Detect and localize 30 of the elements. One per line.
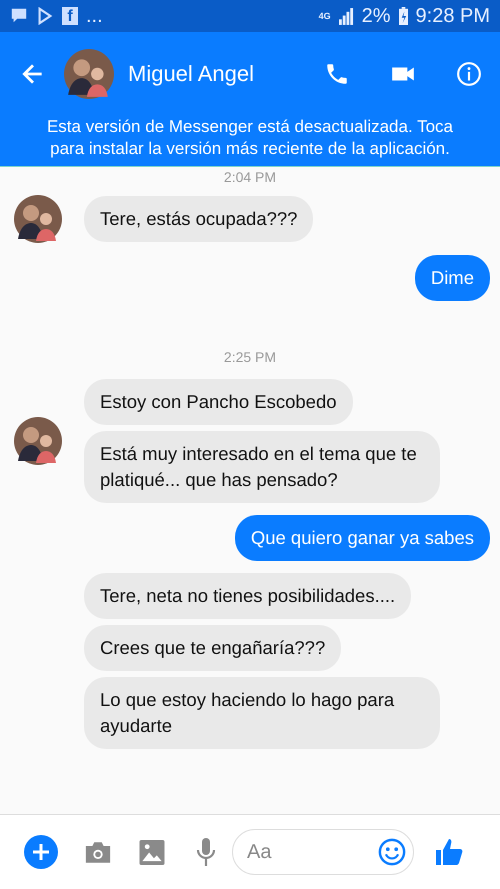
image-icon[interactable] [138,840,166,864]
message-bubble: Tere, estás ocupada??? [84,196,314,242]
message-bubble: Dime [414,255,490,301]
camera-icon[interactable] [84,840,112,864]
microphone-icon[interactable] [196,838,216,866]
signal-icon [338,8,354,24]
message-bubble: Crees que te engañaría??? [84,625,342,671]
message-bubble: Que quiero ganar ya sabes [234,515,490,561]
avatar [64,49,114,99]
clock: 9:28 PM [416,4,490,28]
timestamp: 2:04 PM [224,169,276,185]
play-icon [36,7,54,25]
message-icon [10,7,28,25]
timestamp: 2:25 PM [224,349,276,365]
battery-percent: 2% [362,4,391,28]
contact-name: Miguel Angel [128,61,255,87]
message-bubble: Estoy con Pancho Escobedo [84,379,353,425]
plus-icon[interactable] [24,835,58,869]
emoji-icon[interactable] [378,838,406,866]
network-type: 4G [318,11,331,21]
facebook-icon: f [62,7,78,25]
message-bubble: Tere, neta no tienes posibilidades.... [84,573,412,619]
more-notifications: ... [86,4,103,28]
message-field[interactable]: Aa [232,829,414,875]
info-icon[interactable] [456,61,482,87]
battery-icon [398,7,408,25]
message-bubble: Lo que estoy haciendo lo hago para ayudarte [84,677,440,749]
message-bubble: Está muy interesado en el tema que te platiqué... que has pensado? [84,431,440,503]
update-banner[interactable]: Esta versión de Messenger está desactualizada. Toca para instalar la versión más reciente de la aplicación. [0,116,500,167]
thumbs-up-icon[interactable] [436,838,464,866]
